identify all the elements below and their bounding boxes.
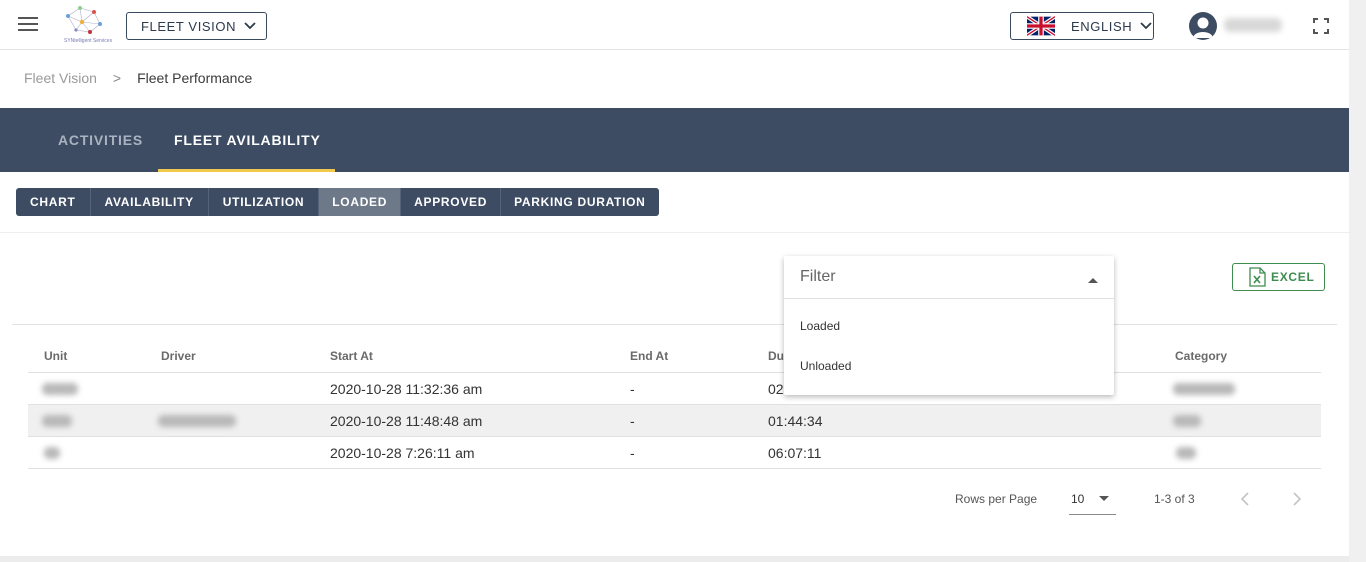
filter-option-loaded[interactable]: Loaded: [784, 306, 1114, 346]
user-name-redacted[interactable]: [1224, 18, 1282, 32]
breadcrumb-root[interactable]: Fleet Vision: [24, 70, 97, 86]
rows-per-page-value: 10: [1071, 492, 1085, 506]
tab-activities[interactable]: ACTIVITIES: [58, 108, 143, 172]
subtab-approved[interactable]: APPROVED: [401, 188, 502, 216]
column-header-category[interactable]: Category: [1175, 349, 1227, 363]
table-row[interactable]: 2020-10-28 11:48:48 am - 01:44:34: [28, 405, 1321, 437]
rows-per-page-select[interactable]: 10: [1069, 486, 1116, 515]
export-excel-label: EXCEL: [1271, 270, 1315, 284]
filter-dropdown[interactable]: Filter Loaded Unloaded: [784, 256, 1114, 395]
subtab-availability[interactable]: AVAILABILITY: [91, 188, 209, 216]
language-selector[interactable]: ENGLISH: [1010, 12, 1154, 40]
chevron-down-icon: [244, 22, 256, 30]
breadcrumb-separator: >: [112, 70, 122, 86]
subtab-loaded[interactable]: LOADED: [319, 188, 402, 216]
main-tabs-bar: ACTIVITIES FLEET AVILABILITY: [0, 108, 1349, 172]
duration-cell: 06:07:11: [768, 445, 822, 461]
column-header-end-at[interactable]: End At: [630, 349, 668, 363]
rows-per-page-label: Rows per Page: [955, 492, 1038, 506]
filter-option-unloaded[interactable]: Unloaded: [784, 346, 1114, 386]
caret-down-icon: [1099, 496, 1109, 501]
end-at-cell: -: [630, 445, 635, 461]
redacted-category: [1176, 447, 1196, 459]
end-at-cell: -: [630, 381, 635, 397]
tab-fleet-availability[interactable]: FLEET AVILABILITY: [174, 108, 321, 172]
duration-cell: 02: [768, 381, 784, 397]
app-selector[interactable]: FLEET VISION: [126, 12, 267, 40]
start-at-cell: 2020-10-28 11:48:48 am: [330, 413, 483, 429]
filter-label: Filter: [800, 268, 836, 285]
user-silhouette-icon: [1193, 17, 1213, 38]
chevron-down-icon: [1140, 22, 1152, 30]
subtab-utilization[interactable]: UTILIZATION: [209, 188, 320, 216]
uk-flag-icon: [1027, 16, 1055, 36]
redacted-unit: [44, 447, 60, 459]
end-at-cell: -: [630, 413, 635, 429]
table-row[interactable]: 2020-10-28 7:26:11 am - 06:07:11: [28, 437, 1321, 469]
table-header: Unit Driver Start At End At Du Category: [28, 340, 1321, 373]
subtab-chart[interactable]: CHART: [16, 188, 91, 216]
chevron-right-icon[interactable]: [1286, 489, 1306, 509]
menu-icon[interactable]: [18, 17, 38, 33]
loaded-table: Unit Driver Start At End At Du Category …: [28, 340, 1321, 469]
export-excel-button[interactable]: EXCEL: [1232, 263, 1325, 291]
app-selector-label: FLEET VISION: [141, 18, 237, 34]
column-header-unit[interactable]: Unit: [44, 349, 67, 363]
column-header-duration[interactable]: Du: [768, 349, 784, 363]
user-avatar-icon[interactable]: [1189, 12, 1217, 40]
column-header-start-at[interactable]: Start At: [330, 349, 373, 363]
page-scrollbar[interactable]: [1349, 0, 1366, 562]
start-at-cell: 2020-10-28 11:32:36 am: [330, 381, 483, 397]
caret-up-icon: [1088, 278, 1098, 283]
language-label: ENGLISH: [1071, 18, 1133, 34]
sub-tabs: CHART AVAILABILITY UTILIZATION LOADED AP…: [16, 188, 659, 216]
subtab-parking-duration[interactable]: PARKING DURATION: [501, 188, 658, 216]
table-row[interactable]: 2020-10-28 11:32:36 am - 02: [28, 373, 1321, 405]
chevron-left-icon[interactable]: [1236, 489, 1256, 509]
redacted-category: [1173, 383, 1235, 395]
fullscreen-icon[interactable]: [1313, 18, 1329, 34]
breadcrumb-current: Fleet Performance: [137, 70, 253, 86]
app-root: SYNtelligent Services FLEET VISION ENGLI…: [0, 0, 1349, 556]
start-at-cell: 2020-10-28 7:26:11 am: [330, 445, 475, 461]
redacted-category: [1173, 415, 1201, 427]
active-tab-indicator: [158, 169, 335, 172]
redacted-unit: [42, 383, 78, 395]
card-divider: [12, 324, 1337, 325]
column-header-driver[interactable]: Driver: [161, 349, 196, 363]
pagination-range: 1-3 of 3: [1154, 492, 1195, 506]
filter-select[interactable]: Filter: [784, 256, 1114, 299]
breadcrumb: Fleet Vision > Fleet Performance: [24, 70, 252, 86]
logo-text: SYNtelligent Services: [64, 38, 113, 44]
excel-file-icon: [1249, 267, 1266, 287]
redacted-unit: [42, 415, 72, 427]
top-bar: SYNtelligent Services FLEET VISION ENGLI…: [0, 0, 1349, 50]
duration-cell: 01:44:34: [768, 413, 823, 429]
redacted-driver: [158, 415, 236, 427]
